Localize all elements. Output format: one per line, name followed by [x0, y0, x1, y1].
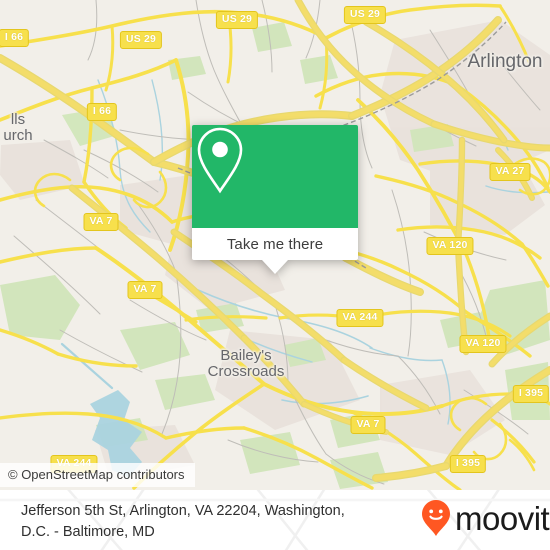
place-label-text-line1: Bailey's [220, 347, 272, 364]
road-shield-va7: VA 7 [83, 213, 119, 231]
road-shield-va244: VA 244 [336, 309, 384, 327]
popup-header [192, 125, 358, 228]
popup-pointer-tail [262, 260, 288, 274]
shield-label: US 29 [221, 13, 253, 25]
shield-label: VA 120 [465, 337, 501, 349]
address-line-1: Jefferson 5th St, Arlington, VA 22204, W… [21, 503, 345, 519]
popup-footer[interactable]: Take me there [192, 228, 358, 260]
address-line-2: D.C. - Baltimore, MD [21, 524, 155, 540]
destination-popup[interactable]: Take me there [192, 125, 358, 274]
map-pin-icon [197, 127, 243, 194]
shield-label: I 66 [92, 105, 112, 117]
map-canvas[interactable]: .rd{fill:none;stroke:#f7e04c;stroke-line… [0, 0, 550, 490]
road-shield-va7: VA 7 [350, 416, 386, 434]
shield-label: US 29 [349, 8, 381, 20]
place-label-text-line2: urch [3, 127, 33, 144]
shield-label: VA 120 [432, 239, 468, 251]
map-screenshot: .rd{fill:none;stroke:#f7e04c;stroke-line… [0, 0, 550, 550]
road-shield-va120: VA 120 [459, 335, 507, 353]
road-shield-i66: I 66 [0, 29, 30, 47]
road-shield-va7: VA 7 [127, 281, 163, 299]
shield-label: VA 7 [89, 215, 113, 227]
shield-label: I 395 [518, 387, 544, 399]
shield-label: VA 7 [356, 418, 380, 430]
place-label-text-line2: Crossroads [207, 363, 285, 380]
shield-label: VA 27 [495, 165, 525, 177]
road-shield-va27: VA 27 [489, 163, 531, 181]
road-shield-us29: US 29 [343, 6, 387, 24]
road-shield-i395: I 395 [512, 385, 550, 403]
road-shield-i395: I 395 [449, 455, 487, 473]
place-label-text: Arlington [467, 51, 543, 72]
place-label-text-line1: lls [10, 111, 26, 128]
moovit-logo[interactable]: moovit [421, 499, 550, 537]
place-label-baileys-crossroads: Bailey's Crossroads [208, 348, 285, 380]
moovit-wordmark: moovit [455, 499, 550, 537]
destination-address: Jefferson 5th St, Arlington, VA 22204, W… [21, 501, 411, 543]
shield-label: I 66 [4, 31, 24, 43]
place-label-arlington: Arlington [468, 51, 543, 73]
shield-label: I 395 [455, 457, 481, 469]
take-me-there-label: Take me there [226, 235, 324, 253]
road-shield-us29: US 29 [215, 11, 259, 29]
road-shield-i66: I 66 [86, 103, 118, 121]
osm-attribution[interactable]: © OpenStreetMap contributors [0, 463, 195, 487]
road-shield-va120: VA 120 [426, 237, 474, 255]
shield-label: US 29 [125, 33, 157, 45]
road-shield-us29: US 29 [119, 31, 163, 49]
shield-label: VA 7 [133, 283, 157, 295]
moovit-smiley-pin-icon [422, 500, 450, 536]
place-label-falls-church: lls urch [3, 112, 32, 144]
shield-label: VA 244 [342, 311, 378, 323]
osm-attribution-text: © OpenStreetMap contributors [8, 467, 185, 482]
